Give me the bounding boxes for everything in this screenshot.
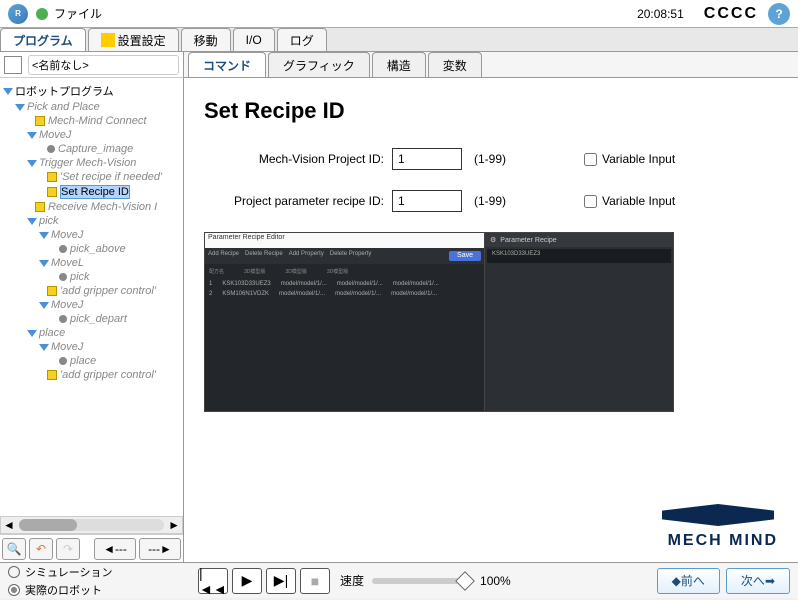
help-icon[interactable]: ? <box>768 3 790 25</box>
preview-title: Parameter Recipe Editor <box>205 233 484 248</box>
ur-logo: R <box>8 4 28 24</box>
speed-slider[interactable] <box>372 578 472 584</box>
clock: 20:08:51 <box>637 7 684 21</box>
tree-movej1[interactable]: MoveJ <box>2 128 181 142</box>
recipe-id-label: Project parameter recipe ID: <box>204 194 384 208</box>
tab-move[interactable]: 移動 <box>181 28 231 51</box>
tree-pick-point[interactable]: pick <box>2 270 181 284</box>
simulation-radio[interactable]: シミュレーション <box>8 563 178 581</box>
project-id-input[interactable] <box>392 148 462 170</box>
next-button[interactable]: 次へ ➡ <box>726 568 790 594</box>
tree-movej3[interactable]: MoveJ <box>2 298 181 312</box>
project-variable-label: Variable Input <box>602 152 675 166</box>
tree-pick[interactable]: pick <box>2 214 181 228</box>
tree-mech-connect[interactable]: Mech-Mind Connect <box>2 114 181 128</box>
tree-movej2[interactable]: MoveJ <box>2 228 181 242</box>
tree-movej4[interactable]: MoveJ <box>2 340 181 354</box>
tree-movel1[interactable]: MoveL <box>2 256 181 270</box>
tree-set-recipe-id[interactable]: Set Recipe ID <box>2 184 181 200</box>
tree-receive[interactable]: Receive Mech-Vision I <box>2 200 181 214</box>
status-dot <box>36 8 48 20</box>
file-menu[interactable]: ファイル <box>54 5 637 22</box>
tree-gripper1[interactable]: 'add gripper control' <box>2 284 181 298</box>
preview-right-title: ⚙Parameter Recipe <box>485 233 673 247</box>
play-button[interactable]: ▶ <box>232 568 262 594</box>
tree-scrollbar[interactable]: ◄► <box>0 516 183 534</box>
undo-button[interactable]: ↶ <box>29 538 53 560</box>
subtab-graphic[interactable]: グラフィック <box>268 52 370 77</box>
warning-icon <box>101 33 115 47</box>
tree-gripper2[interactable]: 'add gripper control' <box>2 368 181 382</box>
tab-program[interactable]: プログラム <box>0 28 86 51</box>
tree-trigger[interactable]: Trigger Mech-Vision <box>2 156 181 170</box>
speed-label: 速度 <box>340 572 364 589</box>
arrow-right-button[interactable]: ---► <box>139 538 181 560</box>
mechmind-logo: MECH MIND <box>658 504 778 550</box>
tree-place-point[interactable]: place <box>2 354 181 368</box>
forward-button[interactable]: ▶| <box>266 568 296 594</box>
tree-note1[interactable]: 'Set recipe if needed' <box>2 170 181 184</box>
tab-io[interactable]: I/O <box>233 28 275 51</box>
project-id-label: Mech-Vision Project ID: <box>204 152 384 166</box>
tree-pick-above[interactable]: pick_above <box>2 242 181 256</box>
project-id-range: (1-99) <box>474 152 506 166</box>
recipe-id-range: (1-99) <box>474 194 506 208</box>
tree-pick-place[interactable]: Pick and Place <box>2 100 181 114</box>
real-robot-radio[interactable]: 実際のロボット <box>8 581 178 599</box>
recipe-id-input[interactable] <box>392 190 462 212</box>
program-tree[interactable]: ロボットプログラム Pick and Place Mech-Mind Conne… <box>0 78 183 516</box>
program-name-field[interactable]: <名前なし> <box>28 55 179 75</box>
status-text: CCCC <box>704 5 758 23</box>
subtab-command[interactable]: コマンド <box>188 52 266 77</box>
subtab-structure[interactable]: 構造 <box>372 52 426 77</box>
prev-button[interactable]: ◆ 前へ <box>657 568 720 594</box>
preview-image: Parameter Recipe Editor Add RecipeDelete… <box>204 232 674 412</box>
rewind-button[interactable]: |◄◄ <box>198 568 228 594</box>
preview-save: Save <box>449 251 481 261</box>
subtab-variable[interactable]: 変数 <box>428 52 482 77</box>
tree-pick-depart[interactable]: pick_depart <box>2 312 181 326</box>
stop-button[interactable]: ■ <box>300 568 330 594</box>
redo-button[interactable]: ↷ <box>56 538 80 560</box>
tree-place[interactable]: place <box>2 326 181 340</box>
recipe-variable-checkbox[interactable] <box>584 195 597 208</box>
tree-capture[interactable]: Capture_image <box>2 142 181 156</box>
preview-right-item: KSK103D33UEZ3 <box>487 249 671 263</box>
tab-log[interactable]: ログ <box>277 28 327 51</box>
page-title: Set Recipe ID <box>204 98 778 124</box>
file-icon[interactable] <box>4 56 22 74</box>
speed-value: 100% <box>480 574 511 588</box>
tree-root[interactable]: ロボットプログラム <box>2 82 181 100</box>
search-button[interactable]: 🔍 <box>2 538 26 560</box>
project-variable-checkbox[interactable] <box>584 153 597 166</box>
tab-installation[interactable]: 設置設定 <box>88 28 179 51</box>
recipe-variable-label: Variable Input <box>602 194 675 208</box>
arrow-left-button[interactable]: ◄--- <box>94 538 136 560</box>
